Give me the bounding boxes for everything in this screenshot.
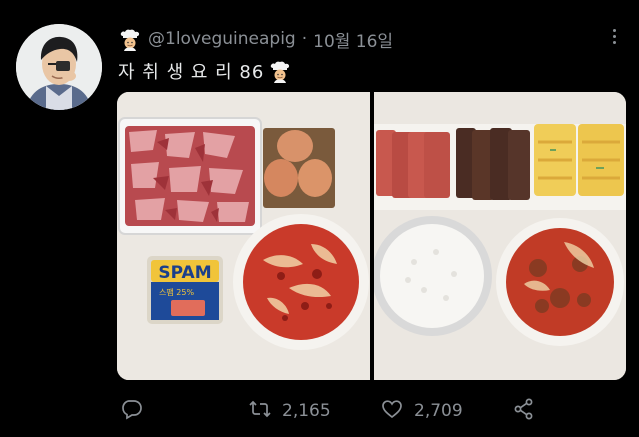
avatar-illustration — [16, 24, 102, 110]
reply-button[interactable] — [120, 396, 144, 426]
avatar[interactable] — [16, 24, 102, 110]
photo-cooked[interactable] — [374, 92, 626, 380]
spam-brand: SPAM — [158, 263, 211, 283]
more-dots-icon — [612, 28, 616, 32]
ingredients-illustration: SPAM 스팸 25% — [117, 92, 370, 380]
tweet-date[interactable]: 10월 16일 — [313, 27, 393, 52]
author-handle[interactable]: @1loveguineapig — [148, 29, 296, 49]
cooked-illustration — [374, 92, 626, 380]
spam-subtitle: 스팸 25% — [159, 287, 194, 297]
more-options-button[interactable] — [604, 24, 624, 48]
share-button[interactable] — [512, 396, 536, 426]
tweet-header: @1loveguineapig · 10월 16일 — [118, 26, 393, 52]
like-count: 2,709 — [414, 401, 463, 421]
separator-dot: · — [301, 29, 308, 49]
chef-emoji-icon — [268, 59, 292, 83]
photo-ingredients[interactable]: SPAM 스팸 25% — [117, 92, 370, 380]
tweet-text-content: 자 취 생 요 리 86 — [118, 62, 265, 83]
tweet-text: 자 취 생 요 리 86 — [118, 58, 292, 84]
like-button[interactable]: 2,709 — [380, 396, 463, 426]
tweet-actions: 2,165 2,709 — [118, 396, 538, 426]
chef-emoji-icon — [118, 27, 142, 51]
retweet-button[interactable]: 2,165 — [248, 396, 331, 426]
reply-icon — [120, 397, 144, 425]
heart-icon — [380, 397, 404, 425]
tweet-media[interactable]: SPAM 스팸 25% — [117, 92, 626, 380]
retweet-icon — [248, 397, 272, 425]
share-icon — [512, 397, 536, 425]
retweet-count: 2,165 — [282, 401, 331, 421]
